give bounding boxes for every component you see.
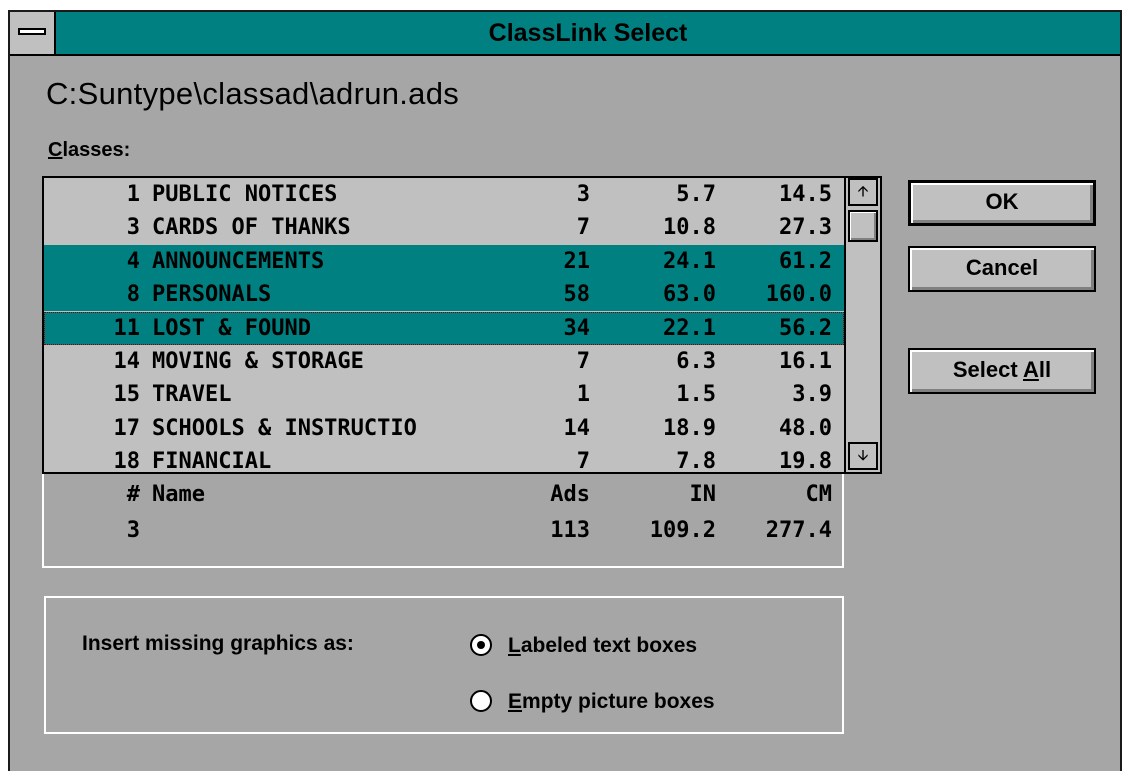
window-title: ClassLink Select [488, 19, 688, 47]
class-inches: 10.8 [663, 215, 716, 241]
class-list-row[interactable]: 17 SCHOOLS & INSTRUCTIO 14 18.9 48.0 [44, 412, 844, 445]
radio-label-accel: L [508, 634, 521, 657]
class-cm: 19.8 [779, 449, 832, 474]
class-cm: 16.1 [779, 349, 832, 374]
select-all-label-pre: Select [952, 357, 1023, 382]
class-inches: 24.1 [663, 248, 716, 274]
classes-label-rest: lasses: [62, 139, 131, 161]
radio-button-icon[interactable] [470, 634, 492, 656]
classlink-select-dialog: ClassLink Select C:Suntype\classad\adrun… [8, 10, 1122, 771]
totals-header-in: IN [689, 482, 717, 507]
class-number: 1 [126, 182, 140, 207]
radio-label-accel: E [508, 690, 523, 713]
class-list-row[interactable]: 14 MOVING & STORAGE 7 6.3 16.1 [44, 345, 844, 378]
class-list-row[interactable]: 15 TRAVEL 1 1.5 3.9 [44, 378, 844, 411]
class-name: CARDS OF THANKS [152, 215, 351, 241]
class-cm: 14.5 [779, 182, 832, 207]
up-arrow-icon[interactable]: 🡩 [848, 178, 878, 206]
class-number: 14 [113, 349, 141, 374]
totals-header-ads: Ads [550, 482, 590, 507]
class-cm: 61.2 [779, 248, 832, 274]
radio-label-rest: abeled text boxes [520, 634, 698, 657]
class-list-row[interactable]: 3 CARDS OF THANKS 7 10.8 27.3 [44, 211, 844, 244]
class-number: 3 [126, 215, 140, 241]
totals-header-row: # Name Ads IN CM [44, 478, 844, 512]
class-inches: 5.7 [676, 182, 716, 207]
totals-count: 3 [126, 518, 140, 543]
class-number: 15 [113, 382, 141, 408]
classes-listbox[interactable]: 1 PUBLIC NOTICES 3 5.7 14.5 3 CARDS OF THANKS 7… [42, 176, 882, 474]
class-list-row[interactable]: 11 LOST & FOUND 34 22.1 56.2 [44, 311, 844, 345]
ok-button[interactable]: OK [908, 180, 1096, 226]
class-name: PUBLIC NOTICES [152, 182, 338, 207]
system-menu-icon[interactable] [10, 12, 56, 54]
class-ads: 7 [576, 449, 590, 474]
class-ads: 14 [563, 415, 591, 441]
class-ads: 3 [576, 182, 590, 207]
radio-label: Labeled text boxes [508, 632, 697, 660]
class-list-row[interactable]: 8 PERSONALS 58 63.0 160.0 [44, 278, 844, 312]
class-cm: 48.0 [779, 415, 832, 441]
class-name: PERSONALS [152, 282, 272, 308]
classes-label: Classes: [48, 139, 130, 162]
cancel-button[interactable]: Cancel [908, 246, 1096, 292]
totals-in: 109.2 [649, 518, 716, 543]
insert-graphics-group: Insert missing graphics as: Labeled text… [44, 596, 844, 734]
class-cm: 56.2 [779, 315, 832, 341]
class-list-row[interactable]: 1 PUBLIC NOTICES 3 5.7 14.5 [44, 178, 844, 211]
totals-header-num: # [126, 482, 140, 507]
totals-header-name: Name [152, 482, 205, 507]
class-ads: 1 [576, 382, 590, 408]
class-ads: 21 [563, 248, 591, 274]
select-all-label-accel: A [1023, 357, 1039, 382]
radio-button-icon[interactable] [470, 690, 492, 712]
class-name: SCHOOLS & INSTRUCTIO [152, 415, 417, 441]
title-bar[interactable]: ClassLink Select [10, 12, 1120, 56]
class-list-row[interactable]: 4 ANNOUNCEMENTS 21 24.1 61.2 [44, 244, 844, 278]
radio-label: Empty picture boxes [508, 688, 715, 716]
class-inches: 7.8 [676, 449, 716, 474]
totals-cm: 277.4 [765, 518, 832, 543]
listbox-scrollbar[interactable]: 🡩 🡫 [844, 178, 880, 472]
class-number: 8 [126, 282, 140, 308]
class-ads: 34 [563, 315, 591, 341]
class-ads: 58 [563, 282, 591, 308]
class-cm: 160.0 [765, 282, 832, 308]
totals-panel: # Name Ads IN CM 3 113 109.2 277.4 [42, 474, 844, 568]
class-inches: 18.9 [663, 415, 716, 441]
totals-values-row: 3 113 109.2 277.4 [44, 514, 844, 548]
class-cm: 27.3 [779, 215, 832, 241]
class-list-row[interactable]: 18 FINANCIAL 7 7.8 19.8 [44, 445, 844, 474]
radio-label-rest: mpty picture boxes [522, 690, 715, 713]
class-inches: 1.5 [676, 382, 716, 408]
class-inches: 22.1 [663, 315, 716, 341]
class-name: TRAVEL [152, 382, 232, 408]
totals-header-cm: CM [805, 482, 833, 507]
class-inches: 63.0 [663, 282, 716, 308]
scrollbar-thumb[interactable] [848, 210, 878, 242]
down-arrow-icon[interactable]: 🡫 [848, 442, 878, 470]
radio-dot-icon [477, 641, 485, 649]
classes-label-accel: C [48, 139, 63, 161]
select-all-label-post: ll [1038, 357, 1052, 382]
select-all-button[interactable]: Select All [908, 348, 1096, 394]
class-name: ANNOUNCEMENTS [152, 248, 325, 274]
class-ads: 7 [576, 215, 590, 241]
class-name: MOVING & STORAGE [152, 349, 364, 374]
class-ads: 7 [576, 349, 590, 374]
class-number: 11 [113, 315, 141, 341]
totals-ads: 113 [550, 518, 590, 543]
class-inches: 6.3 [676, 349, 716, 374]
class-number: 18 [113, 449, 141, 474]
class-number: 4 [126, 248, 140, 274]
class-cm: 3.9 [792, 382, 832, 408]
class-name: LOST & FOUND [152, 315, 311, 341]
class-name: FINANCIAL [152, 449, 272, 474]
class-number: 17 [113, 415, 141, 441]
file-path: C:Suntype\classad\adrun.ads [46, 76, 460, 111]
insert-missing-graphics-label: Insert missing graphics as: [82, 632, 354, 655]
